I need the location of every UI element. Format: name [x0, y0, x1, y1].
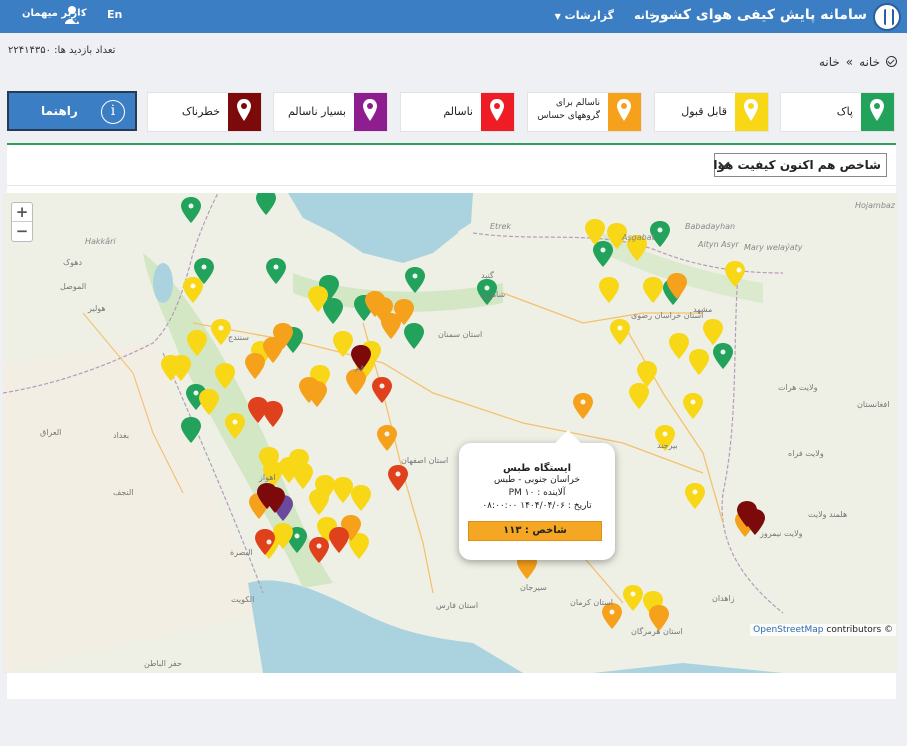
map-label-iraq: العراق	[40, 428, 62, 437]
map-label-kuwait: الکویت	[231, 595, 255, 604]
map-label-sirjan: سیرجان	[520, 583, 547, 592]
map-label-fars: استان فارس	[436, 601, 479, 610]
legend-acceptable: قابل قبول	[654, 92, 769, 132]
panel-divider	[7, 185, 896, 186]
map-label-gonbad: گنبد	[481, 271, 494, 280]
breadcrumb-current: خانه	[818, 55, 840, 69]
legend-label-sensitive-line2: گروههای حساس	[537, 111, 600, 121]
site-title[interactable]: سامانه پایش کیفی هوای کشور	[652, 7, 867, 23]
legend-swatch-unhealthy	[481, 93, 514, 131]
legend-label-clean: پاک	[836, 105, 853, 118]
popup-date: تاریخ : ۱۴۰۴/۰۴/۰۶ ۰۸:۰۰:۰۰	[482, 501, 592, 511]
zoom-out-button[interactable]: −	[12, 222, 32, 241]
visit-counter: تعداد بازدید ها: ۲۲۴۱۴۳۵۰	[8, 45, 116, 56]
legend-clean: پاک	[780, 92, 895, 132]
station-popup: ایستگاه طبس خراسان جنوبی - طبس آلاینده :…	[459, 443, 615, 560]
map-label-hormozgan: استان هرمزگان	[631, 627, 683, 636]
legend-label-very-unhealthy: بسیار ناسالم	[287, 105, 346, 118]
map-label-herat: ولایت هرات	[778, 383, 818, 392]
popup-region: خراسان جنوبی - طبس	[493, 475, 581, 485]
legend-label-unhealthy: ناسالم	[443, 105, 473, 118]
map-label-baghdad: بغداد	[113, 431, 130, 440]
legend-label-acceptable: قابل قبول	[681, 105, 727, 118]
map-marker-icon	[617, 99, 631, 121]
index-select[interactable]: شاخص هم اکنون کیفیت هوا	[713, 153, 887, 177]
map-label-sanandaj: سنندج	[228, 333, 249, 342]
map-label-shahrud: شاهرود	[480, 290, 506, 299]
map-label-zahedan: زاهدان	[712, 594, 735, 603]
index-select-value: شاخص هم اکنون کیفیت هوا	[713, 158, 881, 172]
map-marker-icon	[744, 99, 758, 121]
legend-hazardous: خطرناک	[147, 92, 262, 132]
map-label-mosul: الموصل	[60, 282, 87, 291]
site-logo[interactable]	[873, 3, 901, 31]
map-label-babadayhan: Babadayhan	[685, 222, 736, 231]
air-quality-map[interactable]: Aşgabat Etrek Babadayhan Altyn Asyr Mary…	[3, 193, 898, 673]
map-label-erbil: هولیر	[88, 304, 106, 313]
map-label-hakkari: Hakkâri	[85, 237, 116, 246]
map-label-nimruz: ولایت نیمروز	[760, 529, 803, 538]
map-label-duhok: دهوک	[63, 258, 83, 267]
popup-station-name: ایستگاه طبس	[502, 463, 572, 474]
map-label-ahvaz: اهواز	[259, 473, 276, 482]
guide-button-label: راهنما	[41, 104, 78, 118]
guide-button[interactable]: راهنما i	[7, 91, 137, 131]
breadcrumb-home[interactable]: خانه	[859, 55, 880, 69]
breadcrumb: خانه » خانه	[819, 55, 897, 69]
map-marker-icon	[237, 99, 251, 121]
map-label-helmand: هلمند ولایت	[808, 510, 848, 519]
map-marker-icon	[490, 99, 504, 121]
user-check-icon[interactable]	[64, 5, 82, 25]
nav-home-link[interactable]: خانه	[634, 9, 657, 22]
map-marker-icon	[870, 99, 884, 121]
map-label-isfahan: استان اصفهان	[401, 456, 449, 465]
map-label-afghanistan: افغانستان	[857, 400, 890, 409]
check-circle-icon	[886, 56, 897, 67]
legend-swatch-acceptable	[735, 93, 768, 131]
map-label-birjand: بیرجند	[657, 441, 678, 450]
info-icon: i	[101, 100, 125, 124]
legend-swatch-very-unhealthy	[354, 93, 387, 131]
legend-label-sensitive: ناسالم برای گروههای حساس	[538, 97, 600, 123]
map-label-mashhad: مشهد	[693, 305, 713, 314]
popup-pollutant: آلاینده : PM ۱۰	[508, 488, 566, 498]
map-label-farah: ولایت فراه	[788, 449, 824, 458]
attribution-text: contributors ©	[826, 625, 893, 635]
zoom-in-button[interactable]: +	[12, 203, 32, 222]
popup-index-badge: شاخص : ۱۱۳	[468, 521, 602, 541]
map-label-najaf: النجف	[113, 488, 134, 497]
map-label-hafr: حفر الباطن	[144, 659, 182, 668]
legend-sensitive: ناسالم برای گروههای حساس	[527, 92, 642, 132]
zoom-control: + −	[11, 202, 33, 242]
map-label-altyn-asyr: Altyn Asyr	[698, 240, 739, 249]
map-attribution: OpenStreetMap contributors ©	[750, 624, 896, 636]
legend-label-sensitive-line1: ناسالم برای	[555, 98, 600, 108]
map-label-ashgabat: Aşgabat	[622, 233, 655, 242]
map-label-etrek: Etrek	[490, 222, 512, 231]
map-label-basra: البصرة	[230, 548, 253, 557]
osm-link[interactable]: OpenStreetMap	[753, 625, 823, 635]
legend-swatch-hazardous	[228, 93, 261, 131]
language-switch[interactable]: En	[107, 8, 122, 21]
map-label-mary: Mary welaýaty	[744, 243, 803, 252]
legend-swatch-sensitive	[608, 93, 641, 131]
legend-swatch-clean	[861, 93, 894, 131]
map-marker-icon	[363, 99, 377, 121]
legend-very-unhealthy: بسیار ناسالم	[273, 92, 388, 132]
caret-down-icon: ▼	[554, 11, 561, 21]
map-label-qom: قم	[355, 363, 365, 372]
legend-unhealthy: ناسالم	[400, 92, 515, 132]
breadcrumb-separator: »	[845, 55, 854, 69]
nav-reports-dropdown[interactable]: ▼ گزارشات	[552, 9, 614, 22]
map-label-kerman: استان کرمان	[570, 598, 614, 607]
map-label-semnan: استان سمنان	[438, 330, 483, 339]
top-navbar: سامانه پایش کیفی هوای کشور خانه ▼ گزارشا…	[0, 0, 907, 33]
map-label-hojambaz: Hojambaz	[855, 201, 896, 210]
legend-label-hazardous: خطرناک	[181, 105, 220, 118]
nav-reports-label: گزارشات	[564, 9, 614, 22]
